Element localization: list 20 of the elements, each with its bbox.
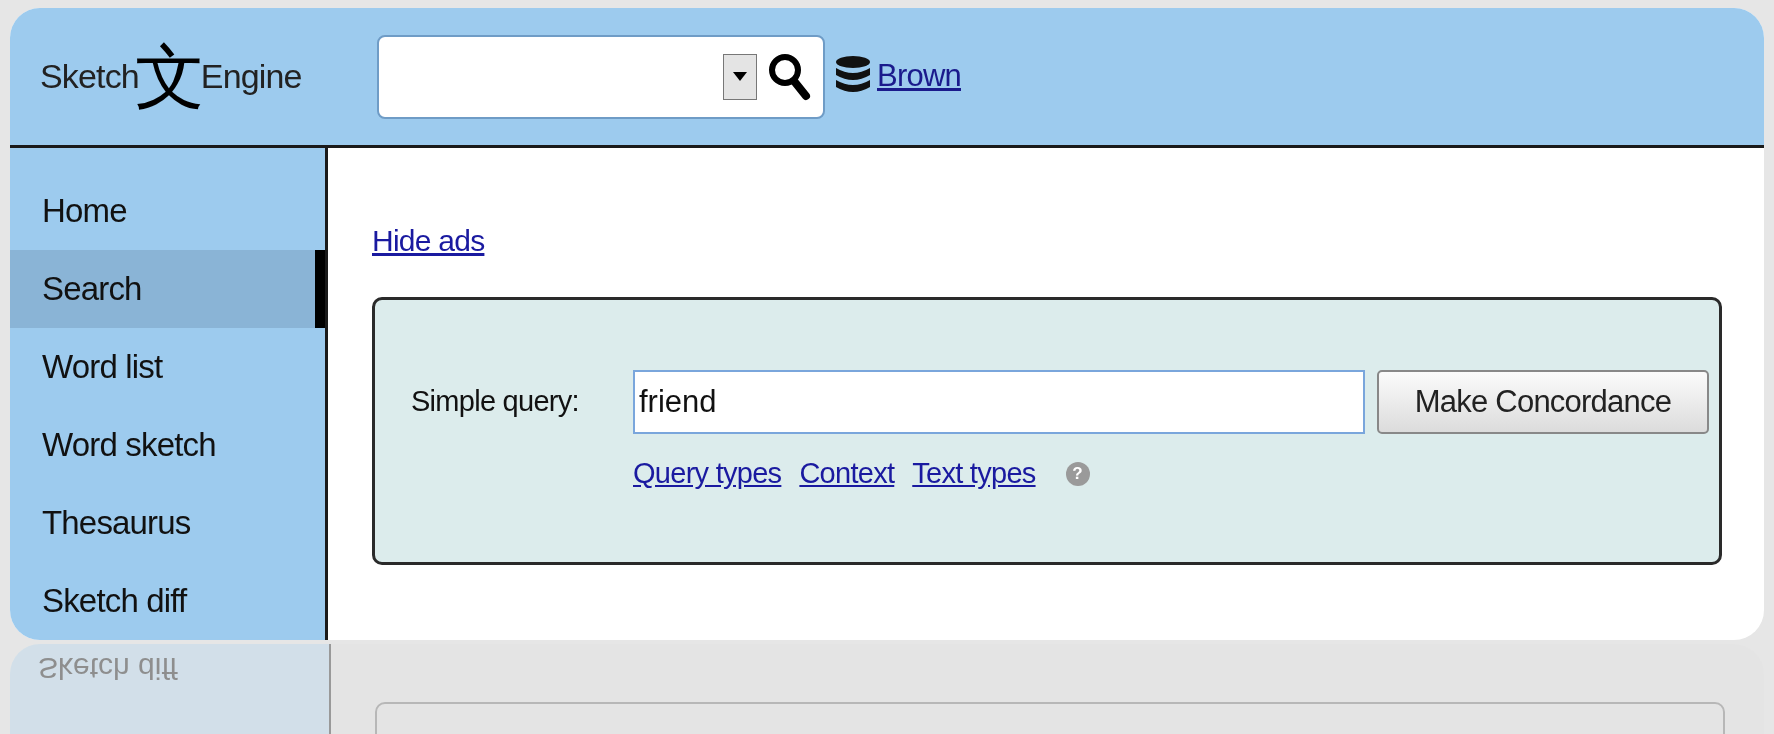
sidebar-item[interactable]: Thesaurus <box>10 484 325 562</box>
sidebar-item[interactable]: Home <box>10 172 325 250</box>
option-link[interactable]: Query types <box>633 452 782 496</box>
query-input[interactable]: friend <box>633 370 1365 434</box>
dropdown-button[interactable] <box>723 53 757 100</box>
logo-text: Engine <box>200 56 302 97</box>
sidebar-item[interactable]: Search <box>10 250 325 328</box>
hide-ads-link[interactable]: Hide ads <box>372 224 485 257</box>
make-concordance-button[interactable]: Make Concordance <box>1377 370 1709 434</box>
query-label: Simple query: <box>411 384 580 420</box>
corpus-link[interactable]: Brown <box>877 53 961 100</box>
sidebar-item[interactable]: Word list <box>10 328 325 406</box>
search-icon[interactable] <box>767 51 811 102</box>
sidebar-item[interactable]: Word sketch <box>10 406 325 484</box>
caret-icon <box>733 72 747 81</box>
sidebar-item[interactable]: Sketch diff <box>10 562 325 640</box>
search-field[interactable] <box>377 34 825 119</box>
reflected-text: Sketch diff <box>38 651 178 687</box>
option-link[interactable]: Context <box>799 452 895 496</box>
option-link[interactable]: Text types <box>912 452 1036 496</box>
